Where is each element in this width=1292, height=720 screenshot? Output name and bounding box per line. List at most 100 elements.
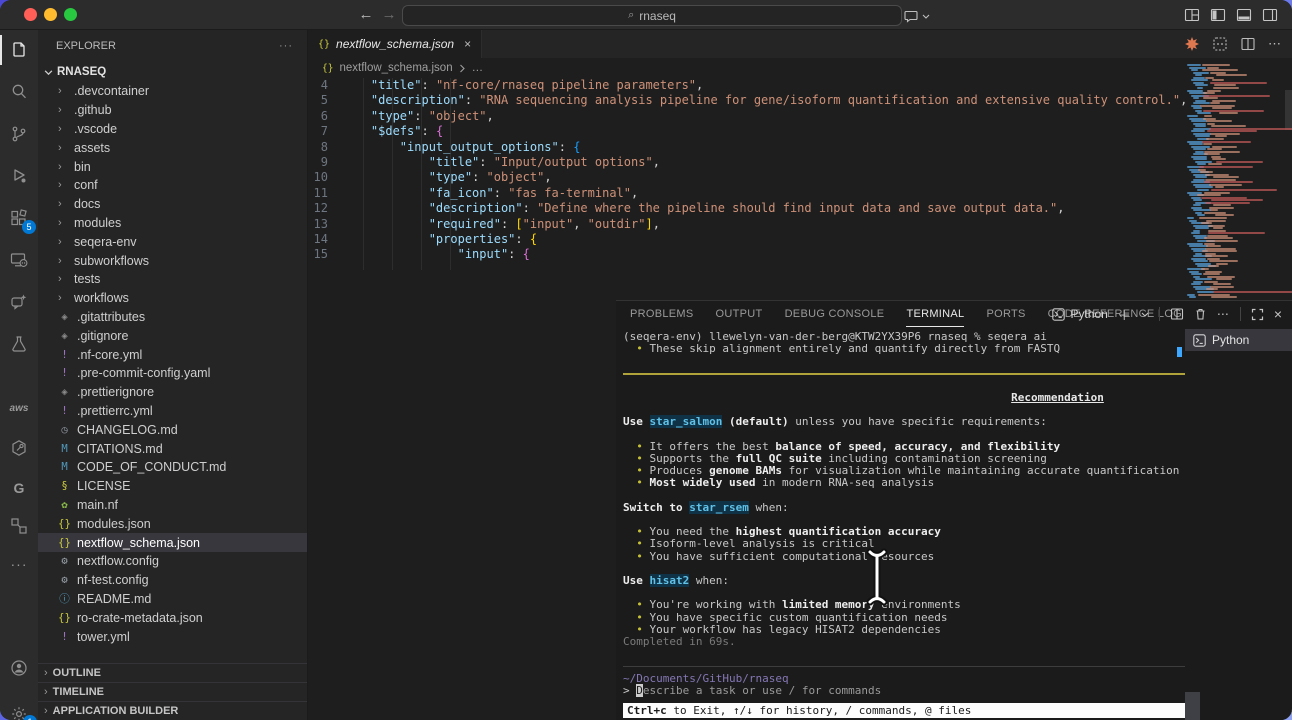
testing-activity-button[interactable] [0, 326, 38, 362]
folder-row[interactable]: ›modules [38, 214, 307, 233]
code-line: 15 "input": { [308, 247, 1185, 262]
panel-tab-terminal[interactable]: TERMINAL [906, 301, 964, 327]
file-row[interactable]: ◈.prettierignore [38, 383, 307, 402]
minimize-window-button[interactable] [44, 8, 57, 21]
folder-row[interactable]: ›seqera-env [38, 232, 307, 251]
explorer-activity-button[interactable] [0, 32, 38, 68]
source-control-activity-button[interactable] [0, 116, 38, 152]
nav-back-button[interactable]: ← [356, 4, 376, 26]
file-row[interactable]: !tower.yml [38, 627, 307, 646]
file-row[interactable]: !.nf-core.yml [38, 345, 307, 364]
json-file-icon: {} [318, 39, 330, 50]
file-row[interactable]: {}nextflow_schema.json [38, 533, 307, 552]
chat-button[interactable] [903, 5, 930, 26]
folder-row[interactable]: ›workflows [38, 289, 307, 308]
toggle-primary-sidebar-icon[interactable] [1210, 7, 1226, 23]
panel-scrollbar[interactable] [1185, 692, 1200, 720]
explorer-more-actions[interactable]: ··· [279, 40, 293, 52]
file-row[interactable]: ◈.gitattributes [38, 308, 307, 327]
code-line: 7 "$defs": { [308, 124, 1185, 139]
extensions-activity-button[interactable]: 5 [0, 200, 38, 236]
terminal-profile-label[interactable]: Python [1052, 307, 1107, 321]
remote-explorer-activity-button[interactable] [0, 242, 38, 278]
aws-activity-button[interactable]: aws [0, 390, 38, 426]
debug-icon [9, 166, 29, 186]
more-views-button[interactable]: ··· [0, 546, 38, 582]
nextflow-activity-button[interactable] [0, 430, 38, 466]
file-row[interactable]: !.prettierrc.yml [38, 402, 307, 421]
minimap-slider[interactable] [1285, 90, 1292, 130]
file-row[interactable]: {}modules.json [38, 514, 307, 533]
format-icon[interactable] [1212, 36, 1228, 52]
info-icon: ⓘ [58, 591, 71, 606]
file-row[interactable]: §LICENSE [38, 477, 307, 496]
close-tab-icon[interactable]: × [464, 37, 471, 51]
panel-tab-debug-console[interactable]: DEBUG CONSOLE [785, 301, 885, 327]
file-row[interactable]: ⚙nextflow.config [38, 552, 307, 571]
tab-title: nextflow_schema.json [336, 37, 454, 51]
code-editor[interactable]: 4 "title": "nf-core/rnaseq pipeline para… [308, 78, 1185, 270]
panel-tab-output[interactable]: OUTPUT [716, 301, 763, 327]
file-row[interactable]: {}ro-crate-metadata.json [38, 608, 307, 627]
panel-tab-problems[interactable]: PROBLEMS [630, 301, 694, 327]
sidebar-section-outline[interactable]: ›OUTLINE [38, 663, 307, 682]
editor-tabbar: {} nextflow_schema.json × ⋯ [308, 30, 1292, 58]
sidebar-sections: ›OUTLINE›TIMELINE›APPLICATION BUILDER [38, 663, 307, 720]
search-activity-button[interactable] [0, 74, 38, 110]
nav-forward-button[interactable]: → [379, 4, 399, 26]
file-row[interactable]: ✿main.nf [38, 496, 307, 515]
folder-row[interactable]: ›tests [38, 270, 307, 289]
extensions-badge: 5 [22, 220, 36, 234]
maximize-panel-icon[interactable] [1251, 308, 1264, 321]
file-row[interactable]: MCODE_OF_CONDUCT.md [38, 458, 307, 477]
sidebar-section-timeline[interactable]: ›TIMELINE [38, 682, 307, 701]
minimap[interactable] [1185, 62, 1292, 300]
settings-button[interactable]: 1 [0, 696, 38, 720]
search-value: rnaseq [639, 9, 676, 23]
split-editor-icon[interactable] [1240, 36, 1256, 52]
folder-row[interactable]: ›bin [38, 157, 307, 176]
file-row[interactable]: ◷CHANGELOG.md [38, 420, 307, 439]
file-row[interactable]: MCITATIONS.md [38, 439, 307, 458]
code-line: 4 "title": "nf-core/rnaseq pipeline para… [308, 78, 1185, 93]
toggle-panel-icon[interactable] [1236, 7, 1252, 23]
close-window-button[interactable] [24, 8, 37, 21]
terminal-dropdown-icon[interactable] [1141, 310, 1149, 318]
chevron-right-icon: › [58, 142, 68, 154]
folder-row[interactable]: ›.vscode [38, 120, 307, 139]
command-center-search[interactable]: ⌕ rnaseq [402, 5, 902, 26]
folder-row[interactable]: ›docs [38, 195, 307, 214]
kill-terminal-icon[interactable] [1194, 307, 1207, 321]
panel-tab-ports[interactable]: PORTS [986, 301, 1025, 327]
run-debug-activity-button[interactable] [0, 158, 38, 194]
split-terminal-icon[interactable] [1170, 307, 1184, 321]
folder-row[interactable]: ›subworkflows [38, 251, 307, 270]
nf-core-run-icon[interactable] [1184, 36, 1200, 52]
chevron-right-icon: › [58, 236, 68, 248]
file-row[interactable]: ⓘREADME.md [38, 590, 307, 609]
file-row[interactable]: !.pre-commit-config.yaml [38, 364, 307, 383]
close-panel-icon[interactable]: × [1274, 306, 1282, 322]
sidebar-section-application-builder[interactable]: ›APPLICATION BUILDER [38, 701, 307, 720]
references-activity-button[interactable] [0, 508, 38, 544]
accounts-button[interactable] [0, 650, 38, 686]
breadcrumb[interactable]: {} nextflow_schema.json … [308, 58, 1292, 78]
root-folder-rnaseq[interactable]: RNASEQ [38, 62, 307, 82]
folder-row[interactable]: ›conf [38, 176, 307, 195]
search-icon [9, 82, 29, 102]
editor-more-actions-icon[interactable]: ⋯ [1268, 36, 1282, 52]
toggle-secondary-sidebar-icon[interactable] [1262, 7, 1278, 23]
gitlens-activity-button[interactable]: G [0, 470, 38, 506]
folder-row[interactable]: ›.github [38, 101, 307, 120]
folder-row[interactable]: ›.devcontainer [38, 82, 307, 101]
zoom-window-button[interactable] [64, 8, 77, 21]
chat-activity-button[interactable] [0, 284, 38, 320]
file-row[interactable]: ◈.gitignore [38, 326, 307, 345]
tab-nextflow-schema[interactable]: {} nextflow_schema.json × [308, 30, 482, 58]
folder-row[interactable]: ›assets [38, 138, 307, 157]
customize-layout-icon[interactable] [1184, 7, 1200, 23]
new-terminal-icon[interactable]: ＋ [1118, 305, 1131, 324]
file-row[interactable]: ⚙nf-test.config [38, 571, 307, 590]
terminal-list-item-python[interactable]: Python [1185, 329, 1292, 351]
panel-more-actions-icon[interactable]: ⋯ [1217, 307, 1230, 321]
